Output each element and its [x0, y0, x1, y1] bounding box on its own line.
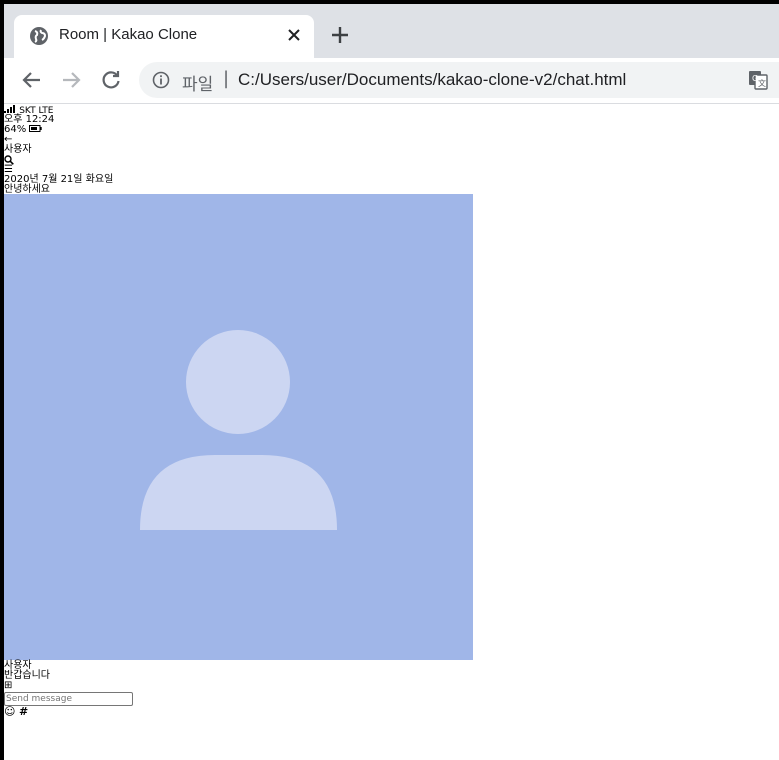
tab-title: Room | Kakao Clone	[59, 26, 198, 43]
chat-title: 사용자	[4, 144, 32, 155]
translate-icon[interactable]: G 文	[748, 70, 768, 90]
browser-toolbar: 파일 | C:/Users/user/Documents/kakao-clone…	[4, 58, 779, 104]
battery-icon	[29, 125, 43, 132]
url-text[interactable]: C:/Users/user/Documents/kakao-clone-v2/c…	[238, 70, 626, 90]
new-tab-icon[interactable]	[328, 23, 352, 47]
signal-icon	[4, 105, 15, 113]
back-arrow-icon[interactable]	[20, 68, 44, 92]
globe-icon	[30, 27, 48, 45]
svg-text:文: 文	[758, 78, 766, 88]
page-content: SKT LTE 오후 12:24 64% ← 사용자 ☰ 2020년 7월 21…	[4, 104, 779, 760]
person-silhouette-icon	[140, 330, 337, 530]
close-tab-icon[interactable]	[284, 25, 304, 45]
hashtag-icon[interactable]: #	[19, 705, 28, 718]
forward-arrow-icon[interactable]	[59, 68, 83, 92]
url-scheme-label: 파일	[182, 75, 214, 95]
profile-avatar-image	[4, 194, 473, 660]
info-icon[interactable]	[152, 71, 170, 89]
tab-strip: Room | Kakao Clone	[4, 4, 779, 58]
composer-icons-row: ☺ #	[4, 706, 28, 717]
reload-icon[interactable]	[99, 68, 123, 92]
message-input[interactable]	[4, 692, 133, 706]
attach-plus-button[interactable]: ⊞	[4, 681, 12, 691]
active-tab[interactable]: Room | Kakao Clone	[14, 15, 314, 58]
address-bar[interactable]: 파일 | C:/Users/user/Documents/kakao-clone…	[139, 62, 779, 98]
emoji-icon[interactable]: ☺	[4, 705, 15, 718]
url-separator: |	[223, 68, 230, 89]
